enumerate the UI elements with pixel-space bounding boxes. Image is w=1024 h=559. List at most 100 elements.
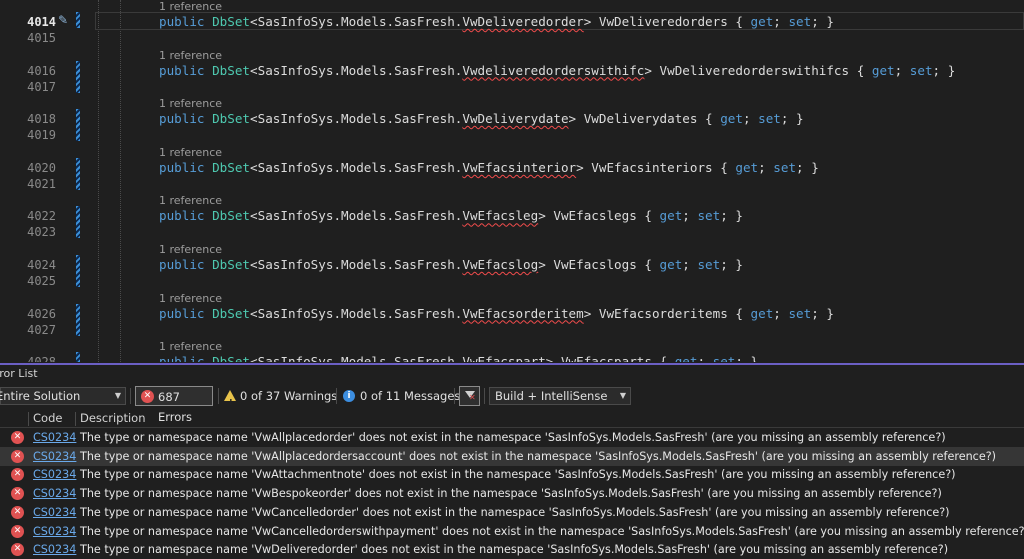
keyword-set: set: [712, 354, 736, 362]
error-list-toolbar: Entire Solution ▼ ✕ 687 Errors ! 0 of 37…: [0, 384, 1024, 424]
code-line[interactable]: public DbSet<SasInfoSys.Models.SasFresh.…: [159, 257, 743, 273]
code-punct: .: [333, 111, 342, 127]
column-divider[interactable]: [28, 412, 29, 426]
namespace-part: SasInfoSys: [257, 14, 334, 29]
error-type-name: VwDeliveredorder: [462, 14, 584, 29]
chevron-down-icon: ▼: [619, 391, 626, 400]
namespace-part: SasFresh: [394, 159, 455, 175]
change-indicator-bar: [76, 303, 80, 336]
namespace-part: Models: [341, 208, 387, 224]
error-row[interactable]: ✕ CS0234 The type or namespace name 'VwC…: [0, 503, 1024, 522]
code-punct: {: [697, 111, 721, 127]
error-row[interactable]: ✕ CS0234 The type or namespace name 'VwA…: [0, 446, 1024, 466]
namespace-part: SasInfoSys: [257, 208, 334, 224]
error-row[interactable]: ✕ CS0234 The type or namespace name 'VwB…: [0, 484, 1024, 503]
code-block: 1 reference 4018 4019 public DbSet<SasIn…: [0, 92, 1024, 142]
scope-dropdown[interactable]: Entire Solution ▼: [0, 387, 126, 405]
type-dbset: DbSet: [212, 14, 251, 29]
error-code-link[interactable]: CS0234: [33, 465, 76, 484]
error-icon: ✕: [11, 543, 24, 557]
error-type-name: Vwdeliveredorderswithifc: [462, 62, 645, 78]
code-block: 1 reference 4024 4025 public DbSet<SasIn…: [0, 238, 1024, 288]
error-row[interactable]: ✕ CS0234 The type or namespace name 'VwD…: [0, 540, 1024, 559]
property-name: VwEfacsorderitems: [598, 305, 728, 321]
column-header-code[interactable]: Code: [33, 410, 62, 427]
type-dbset: DbSet: [212, 159, 251, 175]
codelens-reference-link[interactable]: 1 reference: [159, 0, 222, 14]
line-number: 4024: [27, 258, 56, 272]
change-indicator-bar: [76, 12, 80, 28]
code-line[interactable]: public DbSet<SasInfoSys.Models.SasFresh.…: [159, 14, 834, 30]
code-block: 1 reference 4026 4027 public DbSet<SasIn…: [0, 287, 1024, 337]
pencil-icon[interactable]: ✎: [58, 13, 68, 27]
error-type-name: VwEfacspart: [462, 354, 546, 362]
column-header-description[interactable]: Description: [80, 410, 146, 427]
codelens-reference-link[interactable]: 1 reference: [159, 146, 222, 160]
filter-toggle-button[interactable]: ✕: [459, 386, 480, 406]
change-indicator-bar: [76, 255, 80, 287]
error-row[interactable]: ✕ CS0234 The type or namespace name 'VwA…: [0, 428, 1024, 447]
code-punct: ;: [682, 208, 698, 224]
namespace-part: Models: [341, 111, 387, 127]
error-row[interactable]: ✕ CS0234 The type or namespace name 'VwA…: [0, 465, 1024, 484]
codelens-reference-link[interactable]: 1 reference: [159, 340, 222, 354]
code-line[interactable]: public DbSet<SasInfoSys.Models.SasFresh.…: [159, 160, 819, 176]
code-block: 1 reference 4028 public DbSet<SasInfoSys…: [0, 335, 1024, 362]
code-punct: ;: [773, 14, 789, 29]
line-number: 4016: [27, 63, 56, 78]
error-code-link[interactable]: CS0234: [33, 428, 76, 447]
line-number: 4026: [27, 306, 56, 321]
namespace-part: Models: [341, 62, 387, 78]
codelens-reference-link[interactable]: 1 reference: [159, 49, 222, 63]
code-editor[interactable]: 1 reference ✎ 4014 4015 public DbSet<Sas…: [0, 0, 1024, 362]
type-dbset: DbSet: [212, 111, 251, 127]
messages-filter-button[interactable]: i 0 of 11 Messages: [343, 386, 460, 406]
type-dbset: DbSet: [212, 62, 251, 78]
keyword-set: set: [909, 62, 933, 78]
code-line[interactable]: public DbSet<SasInfoSys.Models.SasFresh.…: [159, 208, 743, 224]
error-code-link[interactable]: CS0234: [33, 540, 76, 559]
namespace-part: SasFresh: [394, 305, 455, 321]
code-punct: ;: [758, 159, 774, 175]
namespace-part: SasInfoSys: [257, 354, 334, 362]
errors-filter-button[interactable]: ✕ 687 Errors: [135, 386, 213, 424]
code-punct: ; }: [932, 62, 956, 78]
namespace-part: SasInfoSys: [257, 305, 334, 321]
warnings-filter-button[interactable]: ! 0 of 37 Warnings: [224, 386, 337, 407]
codelens-reference-link[interactable]: 1 reference: [159, 97, 222, 111]
code-block: 1 reference 4022 4023 public DbSet<SasIn…: [0, 189, 1024, 239]
codelens-reference-link[interactable]: 1 reference: [159, 194, 222, 208]
keyword-get: get: [750, 14, 774, 29]
code-line[interactable]: public DbSet<SasInfoSys.Models.SasFresh.…: [159, 306, 834, 322]
code-punct: >: [538, 208, 554, 224]
keyword-set: set: [697, 257, 721, 272]
error-row[interactable]: ✕ CS0234 The type or namespace name 'VwC…: [0, 522, 1024, 541]
code-line[interactable]: public DbSet<SasInfoSys.Models.SasFresh.…: [159, 111, 804, 127]
code-punct: .: [333, 305, 342, 321]
code-line[interactable]: public DbSet<SasInfoSys.Models.SasFresh.…: [159, 354, 758, 362]
error-code-link[interactable]: CS0234: [33, 484, 76, 503]
code-punct: >: [583, 14, 599, 29]
code-line[interactable]: public DbSet<SasInfoSys.Models.SasFresh.…: [159, 63, 955, 79]
code-punct: .: [386, 14, 395, 29]
code-punct: >: [583, 305, 599, 321]
error-type-name: VwEfacsorderitem: [462, 305, 584, 321]
build-intellisense-dropdown[interactable]: Build + IntelliSense ▼: [489, 387, 631, 405]
property-name: VwEfacslegs: [553, 208, 637, 224]
code-punct: >: [644, 62, 660, 78]
error-code-link[interactable]: CS0234: [33, 503, 76, 522]
codelens-reference-link[interactable]: 1 reference: [159, 243, 222, 257]
property-name: VwDeliveredorders: [598, 14, 728, 29]
keyword-set: set: [773, 159, 797, 175]
keyword-public: public: [159, 14, 205, 29]
column-divider[interactable]: [75, 412, 76, 426]
filter-clear-icon: ✕: [469, 393, 476, 402]
line-number: 4028: [0, 354, 56, 362]
keyword-public: public: [159, 62, 205, 78]
code-punct: {: [849, 62, 872, 78]
change-indicator-bar: [76, 206, 80, 239]
build-filter-value: Build + IntelliSense: [495, 389, 608, 403]
codelens-reference-link[interactable]: 1 reference: [159, 292, 222, 306]
error-code-link[interactable]: CS0234: [33, 447, 76, 466]
error-code-link[interactable]: CS0234: [33, 522, 76, 541]
